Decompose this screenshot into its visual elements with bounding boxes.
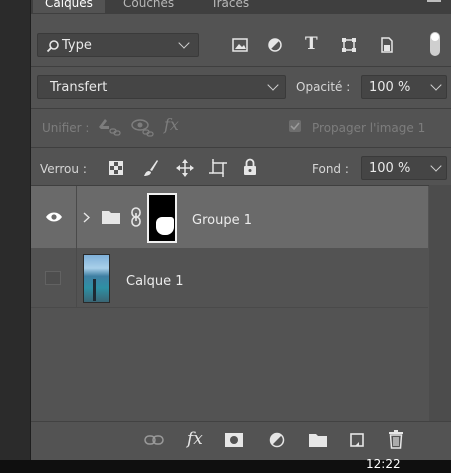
unify-style-icon[interactable]: fx xyxy=(164,115,179,134)
clock-time: 12:22 xyxy=(366,457,401,471)
tab-channels[interactable]: Couches xyxy=(123,0,174,13)
visibility-cell[interactable] xyxy=(31,186,77,248)
propagate-label: Propager l'image 1 xyxy=(312,121,426,135)
fill-input[interactable]: 100 % xyxy=(361,156,447,180)
add-mask-icon[interactable] xyxy=(224,432,244,448)
divider xyxy=(31,108,451,109)
trash-icon[interactable] xyxy=(388,430,404,449)
divider xyxy=(31,66,451,67)
chevron-down-icon xyxy=(430,160,442,172)
unify-visibility-icon[interactable] xyxy=(130,117,156,137)
chevron-right-icon[interactable] xyxy=(83,212,90,223)
filter-kind-label: Type xyxy=(62,38,92,53)
hidden-visibility-box[interactable] xyxy=(45,271,61,285)
layers-panel: Calques Couches Tracés Type T Transfert xyxy=(31,0,451,461)
panel-menu-icon[interactable] xyxy=(427,0,441,2)
layer-row-pixel[interactable]: Calque 1 xyxy=(31,248,428,308)
divider xyxy=(31,147,451,148)
checkmark-icon xyxy=(290,122,300,131)
os-taskbar: 12:22 xyxy=(0,457,451,473)
link-icon[interactable] xyxy=(130,207,142,227)
link-layers-icon[interactable] xyxy=(144,434,164,446)
left-dock-strip xyxy=(0,0,31,460)
layer-thumbnail[interactable] xyxy=(83,254,110,303)
opacity-label: Opacité : xyxy=(296,80,351,94)
propagate-checkbox[interactable] xyxy=(289,120,301,132)
pixel-filter-icon[interactable] xyxy=(232,38,248,52)
new-group-folder-icon[interactable] xyxy=(308,432,328,448)
new-layer-icon[interactable] xyxy=(349,432,365,448)
layer-mask-thumbnail[interactable] xyxy=(147,193,177,243)
lock-all-icon[interactable] xyxy=(243,158,257,176)
unify-position-icon[interactable] xyxy=(97,117,123,137)
smart-object-filter-icon[interactable] xyxy=(380,37,394,53)
type-filter-icon[interactable]: T xyxy=(305,34,318,54)
lock-artboard-icon[interactable] xyxy=(209,159,227,177)
eye-icon[interactable] xyxy=(45,211,63,223)
filter-kind-select[interactable]: Type xyxy=(37,33,199,57)
lock-label: Verrou : xyxy=(40,162,87,176)
fill-label: Fond : xyxy=(312,162,349,176)
fx-icon[interactable]: fx xyxy=(187,429,203,449)
fill-value: 100 % xyxy=(369,161,411,176)
lock-position-icon[interactable] xyxy=(176,159,194,177)
layer-name[interactable]: Calque 1 xyxy=(126,274,184,289)
layers-scrollbar[interactable] xyxy=(429,185,451,421)
lock-pixels-brush-icon[interactable] xyxy=(143,159,159,177)
layer-row-group[interactable]: Groupe 1 xyxy=(31,186,428,248)
unify-label: Unifier : xyxy=(42,121,90,135)
search-icon xyxy=(46,40,59,53)
adjustment-layer-icon[interactable] xyxy=(269,432,285,448)
blend-mode-value: Transfert xyxy=(50,80,108,95)
tab-paths[interactable]: Tracés xyxy=(211,0,249,13)
opacity-value: 100 % xyxy=(369,80,411,95)
chevron-down-icon xyxy=(267,79,279,91)
chevron-down-icon xyxy=(430,79,442,91)
layers-footer-toolbar: fx xyxy=(31,421,451,461)
chevron-down-icon xyxy=(178,37,190,49)
filter-toggle-switch[interactable] xyxy=(430,32,440,56)
opacity-input[interactable]: 100 % xyxy=(361,75,447,99)
layer-list: Groupe 1 Calque 1 xyxy=(31,186,451,421)
layer-name[interactable]: Groupe 1 xyxy=(192,213,252,228)
lock-transparency-icon[interactable] xyxy=(109,161,123,175)
adjustment-filter-icon[interactable] xyxy=(268,38,282,52)
blend-mode-select[interactable]: Transfert xyxy=(37,75,286,99)
shape-filter-icon[interactable] xyxy=(341,37,357,53)
folder-icon xyxy=(102,211,120,224)
visibility-cell[interactable] xyxy=(31,248,77,308)
tab-layers[interactable]: Calques xyxy=(33,0,105,13)
panel-tab-bar: Calques Couches Tracés xyxy=(31,0,451,14)
